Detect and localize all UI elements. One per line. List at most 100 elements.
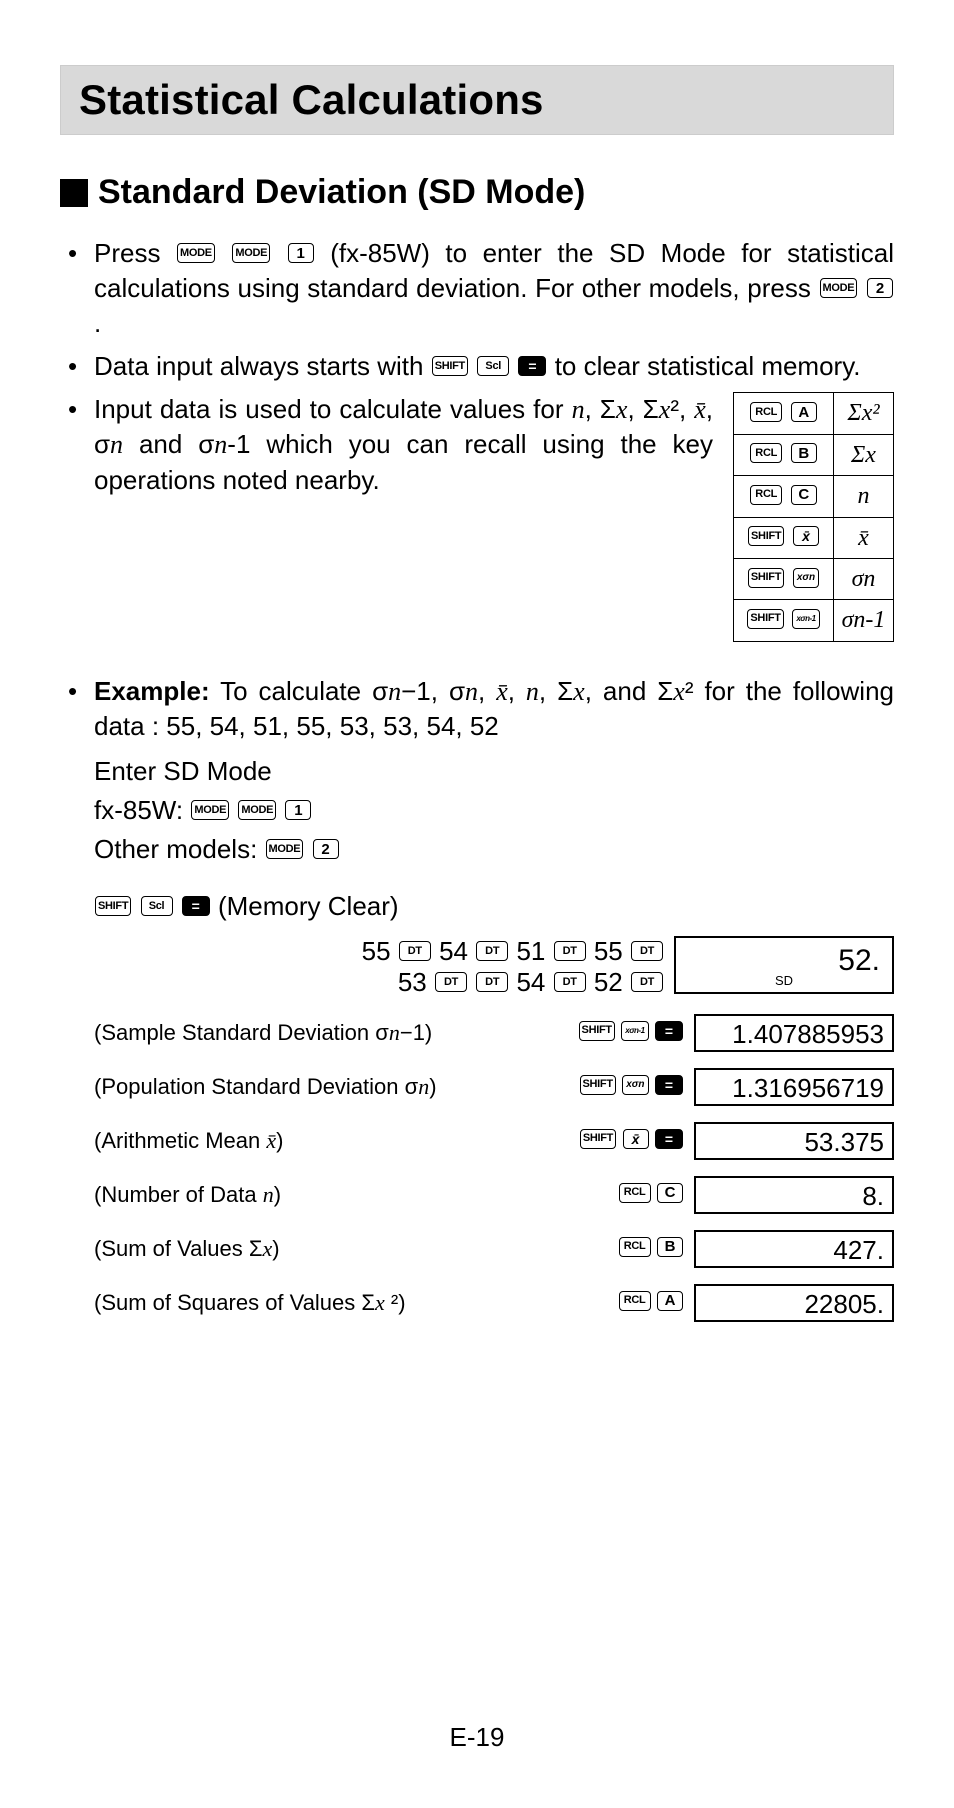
- shift-key: SHIFT: [580, 1075, 616, 1095]
- bullet-1-pre: Press: [94, 238, 176, 268]
- square-bullet-icon: [60, 179, 88, 207]
- exe-key: =: [655, 1129, 683, 1149]
- bullet-2-post: to clear statistical memory.: [555, 351, 861, 381]
- one-key: 1: [288, 243, 314, 263]
- mode-key: MODE: [820, 278, 858, 298]
- dt-key: DT: [631, 972, 663, 992]
- bullet-2: Data input always starts with SHIFT Scl …: [66, 349, 894, 384]
- recall-stat: Σx: [834, 434, 894, 475]
- bullet-1-end: .: [94, 308, 101, 338]
- scl-key: Scl: [477, 356, 509, 376]
- result-display: 1.407885953: [694, 1014, 894, 1052]
- dt-key: DT: [435, 972, 467, 992]
- mode-key: MODE: [232, 243, 270, 263]
- result-row: (Sum of Squares of Values Σx ²) RCL A 22…: [94, 1284, 894, 1322]
- dt-key: DT: [476, 941, 508, 961]
- bullet-1: Press MODE MODE 1 (fx-85W) to enter the …: [66, 236, 894, 341]
- one-key: 1: [285, 800, 311, 820]
- dt-key: DT: [554, 972, 586, 992]
- shift-key: SHIFT: [748, 568, 784, 588]
- shift-key: SHIFT: [579, 1021, 615, 1041]
- recall-keys: RCL C: [734, 476, 834, 517]
- dt-key: DT: [554, 941, 586, 961]
- xsigman1-key: [621, 1021, 648, 1041]
- page-number: E-19: [0, 1722, 954, 1753]
- result-label: (Sum of Squares of Values Σx ²): [94, 1290, 618, 1316]
- dt-key: DT: [399, 941, 431, 961]
- result-display: 22805.: [694, 1284, 894, 1322]
- result-row: (Population Standard Deviation σn) SHIFT…: [94, 1068, 894, 1106]
- a-key: A: [657, 1291, 683, 1311]
- recall-keys: SHIFT: [734, 517, 834, 558]
- table-row: SHIFT σn: [734, 558, 894, 599]
- table-row: RCL B Σx: [734, 434, 894, 475]
- shift-key: SHIFT: [432, 356, 468, 376]
- rcl-key: RCL: [619, 1237, 651, 1257]
- example-text: To calculate σn−1, σn, x̄, n, Σx, and Σx…: [94, 676, 894, 741]
- table-row: SHIFT σn-1: [734, 600, 894, 641]
- table-row: RCL A Σx²: [734, 393, 894, 434]
- result-label: (Number of Data n): [94, 1182, 618, 1208]
- result-keys: RCL C: [618, 1185, 684, 1205]
- mode-key: MODE: [238, 800, 276, 820]
- recall-table-wrap: RCL A Σx² RCL B Σx RCL: [733, 392, 894, 641]
- data-entry-row: 55 DT 54 DT 51 DT 55 DT 53 DT DT 54 DT 5…: [94, 936, 894, 998]
- bullet-2-pre: Data input always starts with: [94, 351, 431, 381]
- result-label: (Population Standard Deviation σn): [94, 1074, 579, 1100]
- fx85w-line: fx-85W: MODE MODE 1: [94, 791, 894, 830]
- b-key: B: [657, 1237, 683, 1257]
- title-bar: Statistical Calculations: [60, 65, 894, 135]
- exe-key: =: [655, 1075, 683, 1095]
- result-display: 53.375: [694, 1122, 894, 1160]
- mode-key: MODE: [177, 243, 215, 263]
- b-key: B: [791, 443, 817, 463]
- bullet-example: Example: To calculate σn−1, σn, x̄, n, Σ…: [66, 674, 894, 744]
- result-row: (Number of Data n) RCL C 8.: [94, 1176, 894, 1214]
- data-entry-lines: 55 DT 54 DT 51 DT 55 DT 53 DT DT 54 DT 5…: [94, 936, 674, 998]
- recall-keys: SHIFT: [734, 558, 834, 599]
- result-keys: RCL A: [618, 1293, 684, 1313]
- dt-key: DT: [476, 972, 508, 992]
- result-keys: SHIFT =: [578, 1023, 684, 1043]
- enter-sd-label: Enter SD Mode: [94, 752, 894, 791]
- shift-key: SHIFT: [580, 1129, 616, 1149]
- page-title: Statistical Calculations: [79, 76, 875, 124]
- enter-sd-block: Enter SD Mode fx-85W: MODE MODE 1 Other …: [94, 752, 894, 869]
- recall-stat: σn-1: [834, 600, 894, 641]
- recall-stat: x̄: [834, 517, 894, 558]
- two-key: 2: [313, 839, 339, 859]
- table-row: RCL C n: [734, 476, 894, 517]
- rcl-key: RCL: [750, 485, 782, 505]
- recall-keys: RCL A: [734, 393, 834, 434]
- memory-clear-text: (Memory Clear): [218, 891, 399, 921]
- dt-key: DT: [631, 941, 663, 961]
- recall-keys: RCL B: [734, 434, 834, 475]
- result-display: 8.: [694, 1176, 894, 1214]
- bullet-3-text: Input data is used to calculate values f…: [94, 394, 713, 494]
- exe-key: =: [655, 1021, 683, 1041]
- xsigman1-key: [792, 609, 819, 629]
- result-label: (Sum of Values Σx): [94, 1236, 618, 1262]
- result-row: (Arithmetic Mean x̄) SHIFT = 53.375: [94, 1122, 894, 1160]
- result-label: (Sample Standard Deviation σn−1): [94, 1020, 578, 1046]
- xbar-key: [793, 526, 819, 546]
- xsigman-key: [793, 568, 819, 588]
- result-label: (Arithmetic Mean x̄): [94, 1128, 579, 1154]
- table-row: SHIFT x̄: [734, 517, 894, 558]
- first-result-value: 52.: [838, 944, 880, 978]
- rcl-key: RCL: [750, 443, 782, 463]
- rcl-key: RCL: [619, 1291, 651, 1311]
- recall-keys: SHIFT: [734, 600, 834, 641]
- example-label: Example:: [94, 676, 210, 706]
- recall-table: RCL A Σx² RCL B Σx RCL: [733, 392, 894, 641]
- sd-indicator: SD: [775, 973, 793, 988]
- result-row: (Sum of Values Σx) RCL B 427.: [94, 1230, 894, 1268]
- other-models-line: Other models: MODE 2: [94, 830, 894, 869]
- memory-clear-line: SHIFT Scl = (Memory Clear): [94, 887, 894, 926]
- exe-key: =: [182, 896, 210, 916]
- c-key: C: [791, 485, 817, 505]
- result-display: 427.: [694, 1230, 894, 1268]
- xsigman-key: [622, 1075, 648, 1095]
- section-heading: Standard Deviation (SD Mode): [98, 173, 585, 212]
- result-display: 1.316956719: [694, 1068, 894, 1106]
